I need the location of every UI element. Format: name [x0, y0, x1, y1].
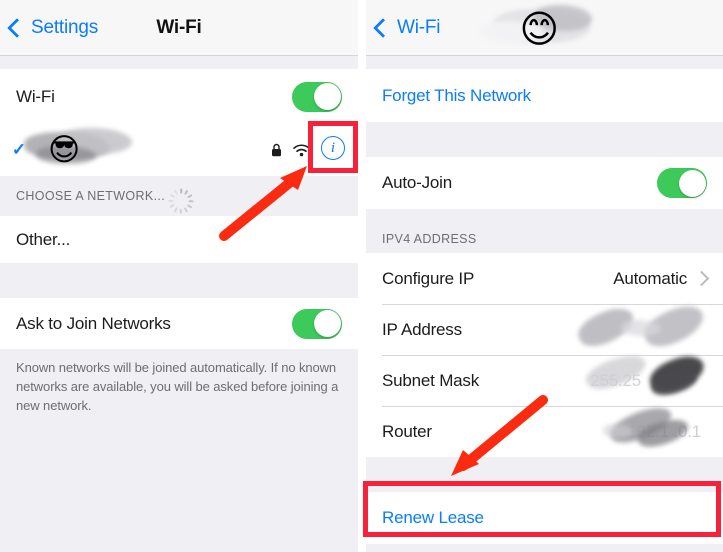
subnet-mask-value-redacted: 255.25: [522, 347, 709, 401]
toggle-knob: [313, 310, 341, 337]
router-value: 192.1 .0.1: [627, 421, 701, 441]
panel-divider: [358, 0, 366, 552]
info-icon[interactable]: i: [321, 138, 345, 162]
ipv4-group: Configure IP Automatic IP Address Subnet…: [366, 253, 723, 457]
ask-to-join-footnote: Known networks will be joined automatica…: [0, 349, 358, 415]
top-spacer: [0, 56, 358, 69]
redaction-smudge: [493, 9, 590, 43]
forget-network-group: Forget This Network: [366, 69, 723, 122]
ask-to-join-group: Ask to Join Networks: [0, 298, 358, 349]
redaction-smudge: [645, 347, 709, 400]
smiling-face-emoji: 😊: [519, 7, 560, 51]
mid-spacer: [0, 263, 358, 298]
right-top-spacer: [366, 56, 723, 69]
toggle-knob: [313, 83, 341, 110]
auto-join-label: Auto-Join: [382, 173, 453, 192]
left-navbar: Settings Wi-Fi: [0, 0, 358, 56]
choose-network-header: CHOOSE A NETWORK...: [0, 176, 358, 216]
ask-to-join-toggle[interactable]: [292, 308, 342, 339]
chevron-right-icon: [693, 270, 710, 286]
ask-to-join-row[interactable]: Ask to Join Networks: [0, 298, 358, 349]
back-to-wifi-button[interactable]: Wi-Fi: [373, 16, 441, 39]
wifi-toggle[interactable]: [292, 81, 342, 112]
renew-lease-label: Renew Lease: [382, 508, 484, 527]
auto-join-row[interactable]: Auto-Join: [366, 157, 723, 209]
toggle-knob: [678, 169, 706, 197]
ipv4-header-label: IPV4 ADDRESS: [382, 232, 477, 246]
router-value-redacted: 192.1 .0.1: [532, 399, 707, 452]
redaction-smudge: [573, 299, 639, 354]
right-navbar: Wi-Fi 😊: [366, 0, 723, 56]
lock-icon: [271, 143, 282, 157]
choose-network-header-label: CHOOSE A NETWORK...: [16, 189, 166, 203]
redaction-smudge: [533, 5, 592, 31]
network-name-redacted: 😎: [24, 124, 132, 176]
configure-ip-value: Automatic: [613, 268, 687, 288]
redaction-smudge: [649, 365, 699, 400]
ipv4-section-header: IPV4 ADDRESS: [366, 209, 723, 253]
other-row-label: Other...: [16, 229, 71, 249]
ask-to-join-label: Ask to Join Networks: [16, 313, 171, 333]
ip-address-value-redacted: [547, 296, 709, 355]
forget-network-row[interactable]: Forget This Network: [366, 69, 723, 122]
router-label: Router: [382, 421, 432, 441]
right-spacer-1: [366, 122, 723, 157]
wifi-row-label: Wi-Fi: [16, 86, 55, 106]
screenshot-root: Settings Wi-Fi Wi-Fi ✓ 😎 i CHOOSE A NETW…: [0, 0, 723, 552]
network-row-icons: i: [271, 138, 348, 162]
auto-join-toggle[interactable]: [657, 168, 707, 198]
subnet-mask-value: 255.25: [590, 370, 641, 390]
chevron-left-icon: [373, 17, 393, 38]
renew-lease-group: Renew Lease: [366, 492, 723, 544]
sunglasses-emoji: 😎: [48, 131, 81, 168]
page-title: Wi-Fi: [156, 16, 202, 38]
wifi-signal-icon: [293, 143, 310, 157]
network-detail-panel: Wi-Fi 😊 Forget This Network Auto-Join IP…: [366, 0, 723, 552]
renew-lease-row[interactable]: Renew Lease: [366, 492, 723, 544]
forget-network-label: Forget This Network: [382, 85, 531, 105]
configure-ip-label: Configure IP: [382, 268, 475, 288]
redaction-smudge: [621, 319, 661, 336]
subnet-mask-row: Subnet Mask 255.25: [366, 347, 723, 406]
back-button-label: Wi-Fi: [397, 16, 441, 38]
right-spacer-2: [366, 457, 723, 492]
connected-network-row[interactable]: ✓ 😎 i: [0, 124, 358, 176]
redaction-smudge: [639, 296, 709, 355]
router-row: Router 192.1 .0.1: [366, 399, 723, 457]
activity-spinner-icon: [168, 188, 194, 214]
auto-join-group: Auto-Join: [366, 157, 723, 209]
checkmark-icon: ✓: [11, 140, 27, 159]
other-network-group: Other...: [0, 216, 358, 263]
wifi-group: Wi-Fi ✓ 😎 i: [0, 69, 358, 176]
subnet-mask-label: Subnet Mask: [382, 370, 480, 390]
other-network-row[interactable]: Other...: [0, 216, 358, 263]
ip-address-label: IP Address: [382, 319, 462, 339]
ip-address-row: IP Address: [366, 296, 723, 355]
wifi-toggle-row[interactable]: Wi-Fi: [0, 69, 358, 124]
configure-ip-row[interactable]: Configure IP Automatic: [366, 253, 723, 304]
redaction-smudge: [479, 21, 544, 43]
wifi-settings-panel: Settings Wi-Fi Wi-Fi ✓ 😎 i CHOOSE A NETW…: [0, 0, 358, 552]
